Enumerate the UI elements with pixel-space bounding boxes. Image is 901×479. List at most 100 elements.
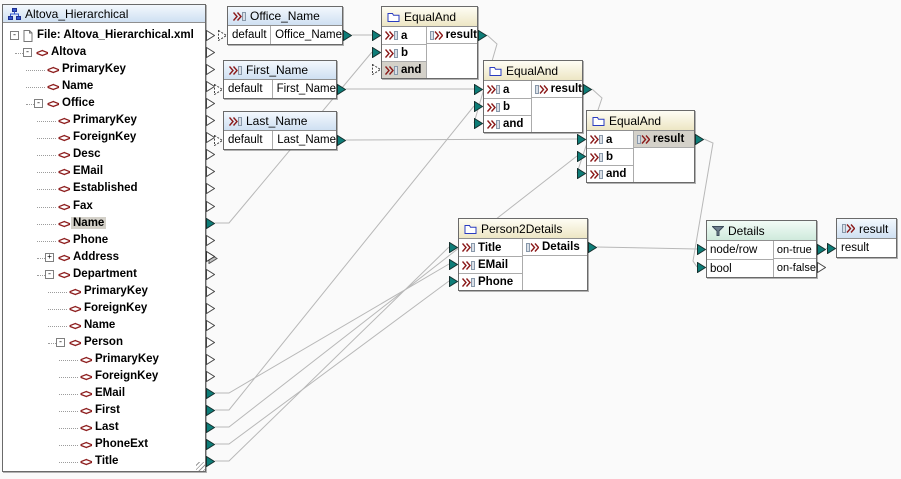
input-row-and[interactable]: and (484, 115, 531, 132)
tree-item-first[interactable]: <>First (3, 403, 205, 420)
tree-item-primarykey[interactable]: <>PrimaryKey (3, 352, 205, 369)
function-equaland-3[interactable]: EqualAnd a b and resul (586, 110, 695, 183)
tree-connector-email[interactable] (206, 166, 215, 177)
tree-connector-email[interactable] (206, 388, 215, 399)
connector-p2d.EMail[interactable] (449, 259, 458, 270)
tree-connector-office[interactable] (206, 98, 215, 109)
output-row-result[interactable]: result (634, 131, 694, 148)
connector-p2d.Phone[interactable] (449, 276, 458, 287)
connector-flt.bool[interactable] (697, 262, 706, 273)
tree-item-primarykey[interactable]: <>PrimaryKey (3, 284, 205, 301)
tree-connector-first[interactable] (206, 405, 215, 416)
value-cell[interactable]: Last_Name (273, 134, 336, 146)
tree-item-name[interactable]: <>Name (3, 216, 205, 233)
connector-flt.node[interactable] (697, 244, 706, 255)
tree-connector-address[interactable] (206, 251, 218, 264)
tree-item-title[interactable]: <>Title (3, 454, 205, 471)
tree-item-file-altova-hierarchical-xml[interactable]: -File: Altova_Hierarchical.xml (3, 28, 205, 45)
input-row-a[interactable]: a (382, 27, 426, 44)
resize-handle[interactable] (196, 462, 205, 471)
tree-connector-primarykey[interactable] (206, 64, 215, 75)
mapping-canvas[interactable]: Altova_Hierarchical -File: Altova_Hierar… (0, 0, 901, 479)
tree-item-department[interactable]: -<>Department (3, 267, 205, 284)
result-component[interactable]: result result (836, 218, 897, 258)
collapse-icon[interactable]: - (34, 99, 43, 108)
input-row-node-row[interactable]: node/row (707, 241, 773, 259)
tree-item-phoneext[interactable]: <>PhoneExt (3, 437, 205, 454)
connector-officeName.out[interactable] (343, 30, 352, 41)
connector-firstName.out[interactable] (337, 84, 346, 95)
input-row-and[interactable]: and (587, 165, 633, 182)
value-cell[interactable]: First_Name (273, 83, 336, 95)
collapse-icon[interactable]: - (56, 338, 65, 347)
connector-ea2.and[interactable] (474, 118, 483, 129)
connector-ea1.a[interactable] (372, 30, 381, 41)
tree-connector-established[interactable] (206, 183, 215, 194)
input-row-title[interactable]: Title (459, 239, 522, 256)
tree-connector-name[interactable] (206, 320, 215, 331)
filter-details[interactable]: Details node/row bool on-true on-false (706, 220, 817, 278)
tree-item-name[interactable]: <>Name (3, 318, 205, 335)
tree-item-name[interactable]: <>Name (3, 79, 205, 96)
input-row-email[interactable]: EMail (459, 256, 522, 273)
tree-connector-primarykey[interactable] (206, 286, 215, 297)
tree-connector-department[interactable] (206, 269, 215, 280)
function-equaland-2[interactable]: EqualAnd a b and resul (483, 60, 583, 133)
collapse-icon[interactable]: - (10, 31, 19, 40)
connection-p2d-Details-to-flt-node[interactable] (597, 247, 697, 249)
output-row-details[interactable]: Details (523, 239, 587, 256)
tree-item-person[interactable]: -<>Person (3, 335, 205, 352)
connector-ea2.b[interactable] (474, 101, 483, 112)
tree-connector-last[interactable] (206, 422, 215, 433)
input-row-b[interactable]: b (484, 98, 531, 115)
output-row-on-true[interactable]: on-true (774, 241, 816, 259)
connector-ea3.b[interactable] (577, 151, 586, 162)
connector-officeName.default[interactable] (218, 30, 227, 41)
collapse-icon[interactable]: - (23, 48, 32, 57)
connector-ea1.b[interactable] (372, 47, 381, 58)
output-row-on-false[interactable]: on-false (774, 259, 816, 277)
function-person2details[interactable]: Person2Details Title EMail Phone (458, 218, 588, 291)
expand-icon[interactable]: + (45, 253, 54, 262)
connector-res.result[interactable] (827, 243, 836, 254)
connector-firstName.default[interactable] (214, 84, 223, 95)
tree-item-established[interactable]: <>Established (3, 181, 205, 198)
tree-connector-person[interactable] (206, 337, 215, 348)
tree-item-foreignkey[interactable]: <>ForeignKey (3, 301, 205, 318)
connector-flt.ontrue[interactable] (817, 244, 826, 255)
constant-office-name[interactable]: Office_Name default Office_Name (227, 6, 343, 45)
tree-item-primarykey[interactable]: <>PrimaryKey (3, 113, 205, 130)
connection-src-First-to-ea2-b[interactable] (215, 106, 474, 410)
tree-item-fax[interactable]: <>Fax (3, 199, 205, 216)
tree-connector-name[interactable] (206, 218, 215, 229)
tree-item-email[interactable]: <>EMail (3, 164, 205, 181)
tree-item-office[interactable]: -<>Office (3, 96, 205, 113)
tree-item-altova[interactable]: -<>Altova (3, 45, 205, 62)
tree-item-primarykey[interactable]: <>PrimaryKey (3, 62, 205, 79)
tree-connector-altova[interactable] (206, 47, 215, 58)
default-cell[interactable]: default (228, 26, 271, 44)
connector-ea3.a[interactable] (577, 134, 586, 145)
connector-lastName.default[interactable] (214, 135, 223, 146)
connection-src-Last-to-ea3-b[interactable] (215, 156, 577, 427)
tree-item-email[interactable]: <>EMail (3, 386, 205, 403)
tree-connector-phone[interactable] (206, 235, 215, 246)
tree-connector-foreignkey[interactable] (206, 303, 215, 314)
constant-last-name[interactable]: Last_Name default Last_Name (223, 111, 337, 150)
input-row-phone[interactable]: Phone (459, 273, 522, 290)
tree-connector-fax[interactable] (206, 201, 215, 212)
connector-ea1.result[interactable] (478, 30, 487, 41)
constant-first-name[interactable]: First_Name default First_Name (223, 60, 337, 99)
input-row-a[interactable]: a (587, 131, 633, 148)
tree-item-last[interactable]: <>Last (3, 420, 205, 437)
connector-p2d.Title[interactable] (449, 242, 458, 253)
input-row-b[interactable]: b (587, 148, 633, 165)
tree-item-desc[interactable]: <>Desc (3, 147, 205, 164)
output-row-result[interactable]: result (427, 27, 477, 44)
connector-ea2.result[interactable] (583, 84, 592, 95)
tree-connector-phoneext[interactable] (206, 439, 215, 450)
connection-lastName-out-to-ea3-a[interactable] (346, 139, 577, 140)
output-row-result[interactable]: result (532, 81, 582, 98)
function-equaland-1[interactable]: EqualAnd a b and resul (381, 6, 478, 79)
value-cell[interactable]: Office_Name (271, 29, 342, 41)
